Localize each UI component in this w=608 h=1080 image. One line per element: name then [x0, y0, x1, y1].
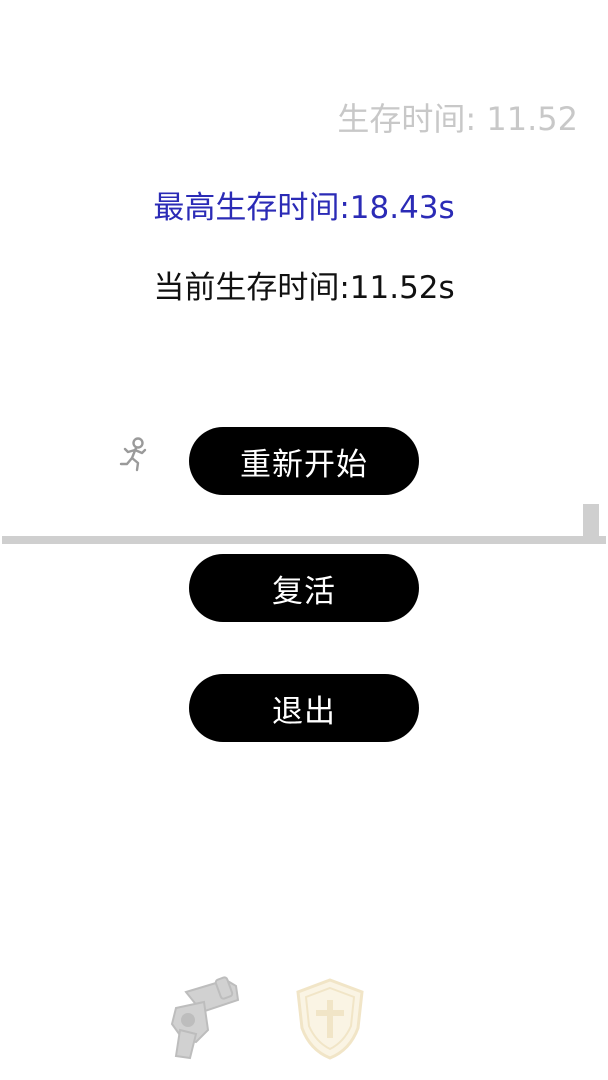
best-time-label: 最高生存时间:18.43s — [153, 190, 455, 226]
exit-button[interactable]: 退出 — [189, 674, 419, 742]
survival-time-hud: 生存时间: 11.52 — [337, 100, 578, 138]
restart-button[interactable]: 重新开始 — [189, 427, 419, 495]
current-time-label: 当前生存时间:11.52s — [153, 270, 455, 306]
runner-character — [119, 437, 147, 472]
shield-icon[interactable] — [292, 976, 368, 1062]
revive-button[interactable]: 复活 — [189, 554, 419, 622]
gun-icon[interactable] — [156, 972, 248, 1064]
ground-line — [2, 536, 606, 544]
obstacle-block — [583, 504, 599, 538]
game-screen: 生存时间: 11.52 最高生存时间:18.43s 当前生存时间:11.52s … — [0, 0, 608, 1080]
